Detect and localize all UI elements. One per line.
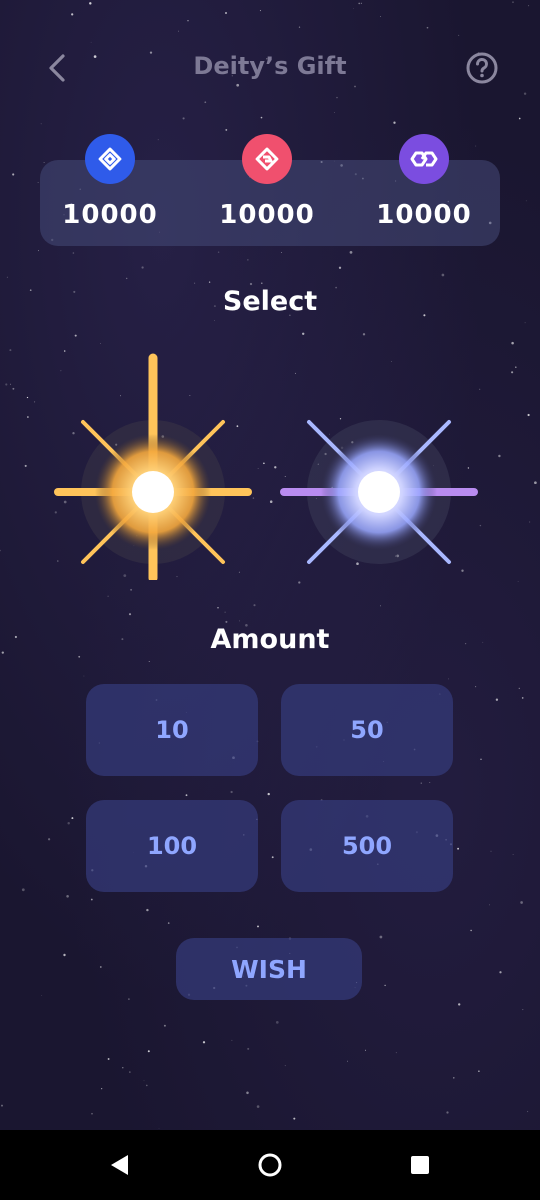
amount-option-10[interactable]: 10: [86, 684, 258, 776]
help-button[interactable]: [464, 50, 500, 86]
page-title: Deity’s Gift: [193, 52, 347, 80]
celestial-star-emblem[interactable]: [274, 350, 484, 583]
token-amount: 10000: [62, 200, 158, 230]
amount-title: Amount: [210, 624, 330, 655]
square-recents-icon: [411, 1156, 429, 1174]
triangle-back-icon: [111, 1155, 128, 1175]
question-circle-icon: [466, 52, 498, 84]
android-navigation-bar: [0, 1130, 540, 1200]
nav-back-button[interactable]: [105, 1150, 135, 1180]
amount-option-100[interactable]: 100: [86, 800, 258, 892]
amount-option-500[interactable]: 500: [281, 800, 453, 892]
circle-home-icon: [258, 1153, 282, 1177]
token-balance-3: 10000: [344, 134, 504, 244]
token-balance-2: 10000: [187, 134, 347, 244]
celestial-star-icon: [280, 353, 478, 583]
golden-star-icon: [54, 353, 252, 583]
polygon-token-icon: [399, 134, 449, 184]
token-amount: 10000: [376, 200, 472, 230]
pink-token-icon: [242, 134, 292, 184]
token-balance-1: 10000: [30, 134, 190, 244]
header: Deity’s Gift: [0, 40, 540, 96]
nav-recents-button[interactable]: [405, 1150, 435, 1180]
nav-home-button[interactable]: [255, 1150, 285, 1180]
select-title: Select: [222, 286, 318, 317]
amount-option-50[interactable]: 50: [281, 684, 453, 776]
token-amount: 10000: [219, 200, 315, 230]
golden-star-emblem[interactable]: [48, 350, 258, 583]
binance-token-icon: [85, 134, 135, 184]
wish-button[interactable]: WISH: [176, 938, 362, 1000]
